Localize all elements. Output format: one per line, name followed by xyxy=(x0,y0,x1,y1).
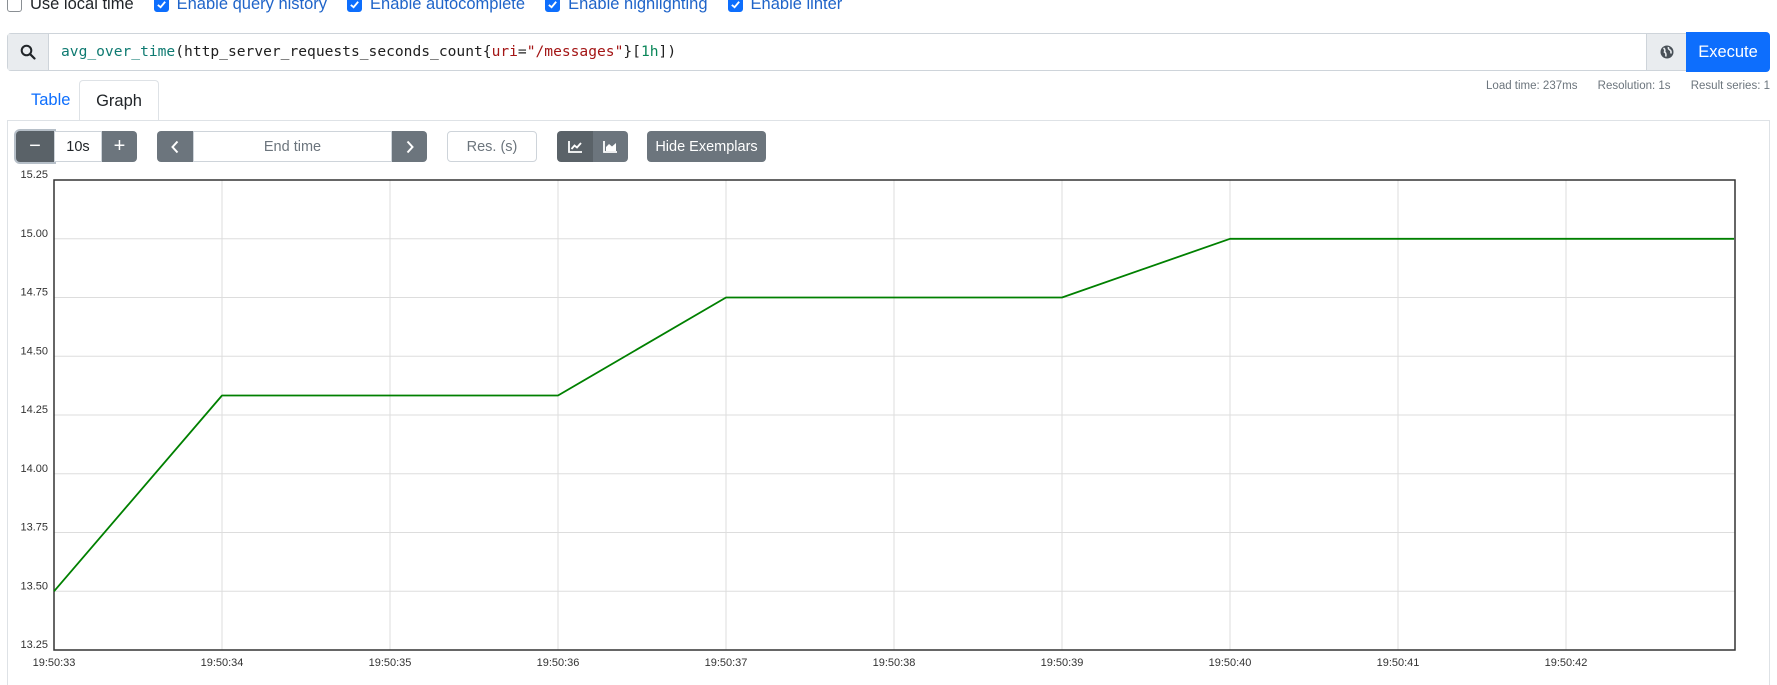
x-tick-label: 19:50:39 xyxy=(1041,657,1084,669)
graph-chart[interactable]: 13.25 13.50 13.75 14.00 14.25 14.50 14.75 15.00… xyxy=(0,0,1777,681)
y-tick-label: 14.25 xyxy=(20,404,48,416)
x-tick-label: 19:50:36 xyxy=(537,657,580,669)
x-tick-label: 19:50:37 xyxy=(705,657,748,669)
x-tick-label: 19:50:38 xyxy=(873,657,916,669)
x-tick-label: 19:50:35 xyxy=(369,657,412,669)
y-tick-label: 13.50 xyxy=(20,580,48,592)
y-tick-label: 14.75 xyxy=(20,287,48,299)
y-tick-label: 14.00 xyxy=(20,463,48,475)
x-tick-label: 19:50:42 xyxy=(1545,657,1588,669)
x-tick-label: 19:50:41 xyxy=(1377,657,1420,669)
y-tick-label: 13.75 xyxy=(20,522,48,534)
x-tick-label: 19:50:40 xyxy=(1209,657,1252,669)
y-tick-label: 14.50 xyxy=(20,345,48,357)
y-tick-label: 13.25 xyxy=(20,639,48,651)
x-tick-label: 19:50:34 xyxy=(201,657,244,669)
y-tick-label: 15.00 xyxy=(20,228,48,240)
x-tick-label: 19:50:33 xyxy=(33,657,76,669)
y-tick-label: 15.25 xyxy=(20,169,48,181)
